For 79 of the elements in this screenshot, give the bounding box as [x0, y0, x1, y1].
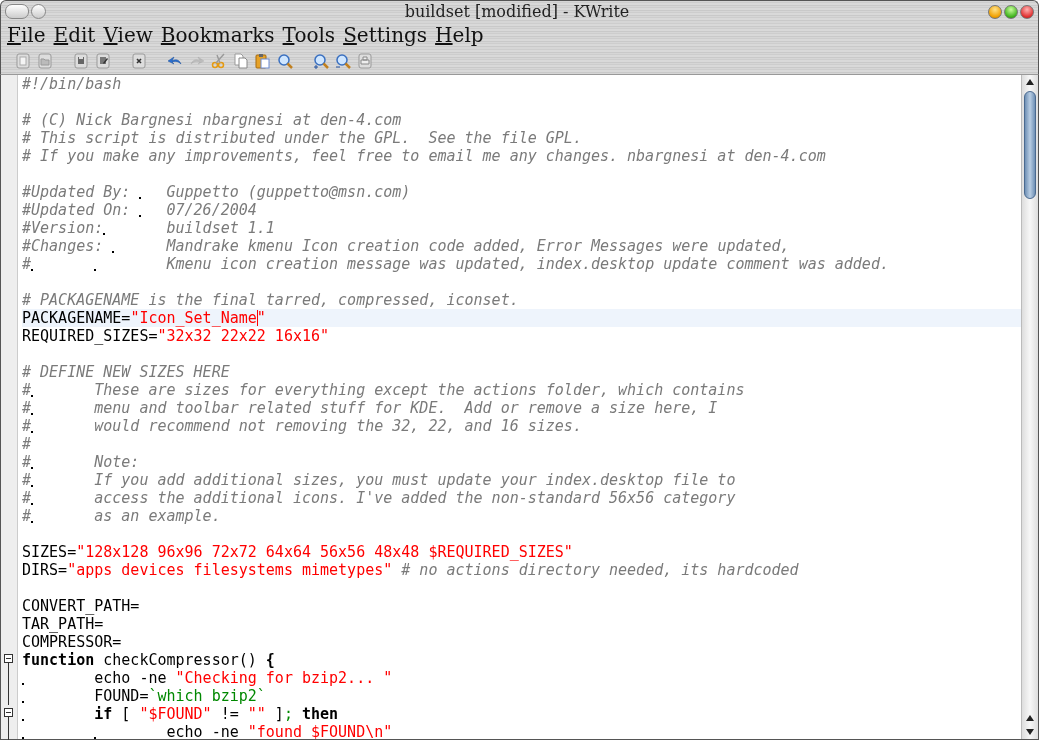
code-line: # This script is distributed under the GPL. See the file GPL.	[22, 129, 583, 147]
scissors-icon[interactable]	[211, 53, 227, 69]
zoom-in-icon[interactable]	[313, 53, 329, 69]
maximize-button[interactable]	[1004, 4, 1018, 19]
scroll-up-icon[interactable]	[1026, 715, 1034, 721]
fold-toggle-icon[interactable]	[4, 708, 13, 717]
menu-item[interactable]: Help	[431, 23, 488, 47]
code-line: # as an example.	[22, 507, 222, 525]
menu-item[interactable]: Edit	[49, 23, 100, 47]
tab-marker-icon	[31, 485, 34, 487]
code-line: echo -ne "Checking for bzip2... "	[22, 669, 1021, 687]
code-line: #Version: buildset 1.1	[22, 219, 276, 237]
code-line: function checkCompressor() {	[22, 651, 276, 669]
window-title: buildset [modified] - KWrite	[403, 2, 631, 21]
code-line: SIZES="128x128 96x96 72x72 64x64 56x56 48x48 $REQUIRED_SIZES"	[22, 543, 574, 561]
scroll-up-icon[interactable]	[1026, 79, 1034, 85]
fold-toggle-icon[interactable]	[4, 654, 13, 663]
code-line: # These are sizes for everything except the actions folder, which contains	[22, 381, 746, 399]
floppy-disk-pencil-icon[interactable]	[95, 53, 111, 69]
tab-marker-icon	[139, 215, 142, 217]
menu-item[interactable]: File	[3, 23, 50, 47]
tab-marker-icon	[31, 503, 34, 505]
menu-item[interactable]: Tools	[278, 23, 340, 47]
tab-marker-icon	[31, 521, 34, 523]
code-line: # If you add additional sizes, you must update your index.desktop file to	[22, 471, 737, 489]
code-line: # (C) Nick Bargnesi nbargnesi at den-4.com	[22, 111, 403, 129]
code-line: FOUND=`which bzip2`	[22, 687, 1021, 705]
close-button[interactable]	[1020, 4, 1034, 19]
tab-marker-icon	[31, 467, 34, 469]
scroll-down-icon[interactable]	[1026, 729, 1034, 735]
code-line: #!/bin/bash	[22, 75, 123, 93]
tab-marker-icon	[103, 233, 106, 235]
tab-marker-icon	[31, 413, 34, 415]
code-line: #Updated On: 07/26/2004	[22, 201, 258, 219]
zoom-out-icon[interactable]	[335, 53, 351, 69]
tab-marker-icon	[22, 701, 24, 703]
tab-marker-icon	[22, 683, 24, 685]
copy-pages-icon[interactable]	[233, 53, 249, 69]
code-line: # access the additional icons. I've added the non-standard 56x56 category	[22, 489, 737, 507]
new-document-icon[interactable]	[15, 53, 31, 69]
tab-marker-icon	[31, 395, 34, 397]
text-cursor	[256, 310, 258, 326]
sticky-button[interactable]	[31, 4, 46, 19]
code-line: # DEFINE NEW SIZES HERE	[22, 363, 231, 381]
magnifier-icon[interactable]	[277, 53, 293, 69]
window-menu-button[interactable]	[5, 4, 29, 19]
code-line: # Kmenu icon creation message was updated, index.desktop update comment was added.	[22, 255, 890, 273]
clipboard-icon[interactable]	[255, 53, 271, 69]
tab-marker-icon	[94, 737, 97, 739]
code-line: echo -ne "found $FOUND\n"	[22, 723, 1021, 739]
code-line: REQUIRED_SIZES="32x32 22x22 16x16"	[22, 327, 331, 345]
tab-marker-icon	[22, 719, 24, 721]
code-line: #Changes: Mandrake kmenu Icon creation code added, Error Messages were updated,	[22, 237, 791, 255]
printer-icon[interactable]	[357, 53, 373, 69]
code-line: DIRS="apps devices filesystems mimetypes" # no actions directory needed, its hardcoded	[22, 561, 800, 579]
close-icon[interactable]	[131, 53, 147, 69]
code-line: # Note:	[22, 453, 141, 471]
code-line: CONVERT_PATH=	[22, 597, 141, 615]
code-line: # menu and toolbar related stuff for KDE. Add or remove a size here, I	[22, 399, 719, 417]
code-line: # would recommend not removing the 32, 22, and 16 sizes.	[22, 417, 583, 435]
menu-item[interactable]: Settings	[339, 23, 432, 47]
tab-marker-icon	[31, 431, 34, 433]
code-line: # PACKAGENAME is the final tarred, compressed, iconset.	[22, 291, 520, 309]
code-line: #Updated By: Guppetto (guppetto@msn.com)	[22, 183, 412, 201]
code-line: #	[22, 435, 33, 453]
code-line: # If you make any improvements, feel free to email me any changes. nbargnesi at den-4.com	[22, 147, 827, 165]
code-line: if [ "$FOUND" != "" ]; then	[22, 705, 1021, 723]
code-line: COMPRESSOR=	[22, 633, 123, 651]
vertical-scrollbar[interactable]	[1021, 75, 1038, 739]
tab-marker-icon	[94, 269, 97, 271]
code-line: TAR_PATH=	[22, 615, 105, 633]
tab-marker-icon	[22, 737, 24, 739]
menu-item[interactable]: Bookmarks	[156, 23, 279, 47]
tab-marker-icon	[112, 251, 115, 253]
menu-item[interactable]: View	[99, 23, 157, 47]
minimize-button[interactable]	[988, 4, 1002, 19]
tab-marker-icon	[31, 269, 34, 271]
tab-marker-icon	[139, 197, 142, 199]
scrollbar-thumb[interactable]	[1024, 91, 1036, 199]
